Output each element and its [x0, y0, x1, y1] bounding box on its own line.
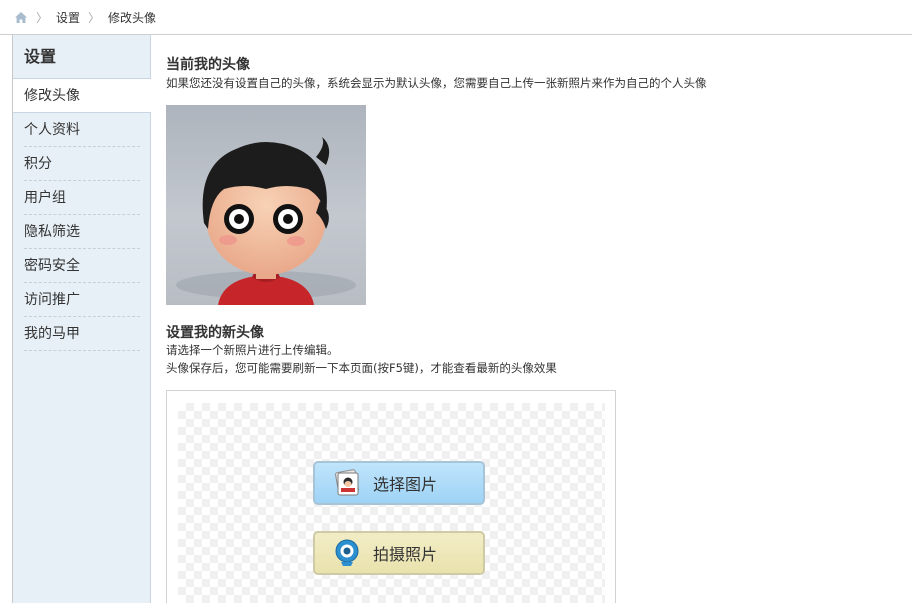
take-photo-button[interactable]: 拍摄照片 [313, 531, 485, 575]
breadcrumb-item-edit-avatar: 修改头像 [108, 10, 157, 25]
breadcrumb-separator: 〉 [36, 10, 49, 25]
sidebar-item-points[interactable]: 积分 [24, 147, 140, 181]
breadcrumb-separator: 〉 [88, 10, 101, 25]
sidebar-item-usergroup[interactable]: 用户组 [24, 181, 140, 215]
current-avatar-description: 如果您还没有设置自己的头像，系统会显示为默认头像，您需要自己上传一张新照片来作为… [166, 76, 707, 90]
select-picture-button[interactable]: 选择图片 [313, 461, 485, 505]
sidebar-menu: 个人资料 积分 用户组 隐私筛选 密码安全 访问推广 我的马甲 [13, 113, 150, 351]
breadcrumb: 〉 设置 〉 修改头像 [0, 0, 912, 35]
sidebar-item-promotion[interactable]: 访问推广 [24, 283, 140, 317]
sidebar-item-privacy[interactable]: 隐私筛选 [24, 215, 140, 249]
current-avatar-image [166, 105, 366, 305]
settings-frame: 设置 修改头像 个人资料 积分 用户组 隐私筛选 密码安全 访问推广 我的马甲 … [12, 35, 912, 603]
photo-icon [332, 468, 362, 498]
sidebar-item-profile[interactable]: 个人资料 [24, 113, 140, 147]
sidebar-item-alt-accounts[interactable]: 我的马甲 [24, 317, 140, 351]
new-avatar-instruction: 请选择一个新照片进行上传编辑。 [166, 343, 339, 357]
webcam-icon [332, 538, 362, 568]
breadcrumb-item-settings[interactable]: 设置 [56, 9, 80, 26]
sidebar-item-password[interactable]: 密码安全 [24, 249, 140, 283]
sidebar: 设置 修改头像 个人资料 积分 用户组 隐私筛选 密码安全 访问推广 我的马甲 [13, 35, 151, 603]
home-icon[interactable] [14, 11, 28, 24]
main-content: 当前我的头像 如果您还没有设置自己的头像，系统会显示为默认头像，您需要自己上传一… [166, 35, 906, 603]
sidebar-item-edit-avatar[interactable]: 修改头像 [13, 79, 151, 113]
avatar-upload-panel: 选择图片 拍摄照片 [166, 390, 616, 603]
select-picture-label: 选择图片 [373, 475, 438, 494]
new-avatar-refresh-hint: 头像保存后，您可能需要刷新一下本页面(按F5键)，才能查看最新的头像效果 [166, 361, 557, 375]
sidebar-title: 设置 [13, 35, 150, 79]
take-photo-label: 拍摄照片 [373, 545, 438, 564]
new-avatar-heading: 设置我的新头像 [166, 325, 264, 341]
current-avatar-heading: 当前我的头像 [166, 57, 250, 73]
